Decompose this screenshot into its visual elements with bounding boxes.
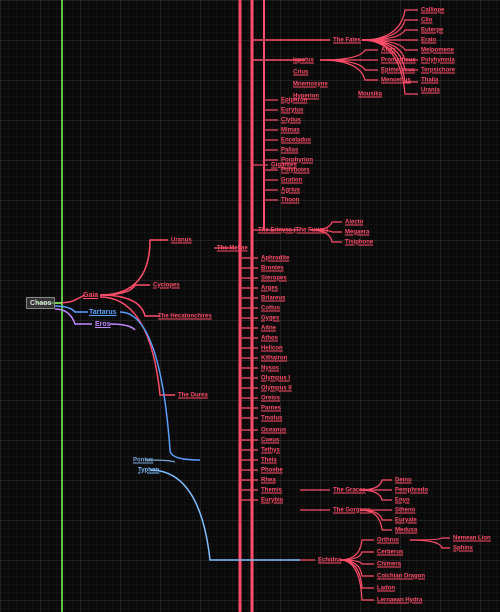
node-item[interactable]: Aphrodite: [258, 254, 292, 263]
node-item[interactable]: Oceanus: [258, 426, 289, 435]
node-item[interactable]: Eurytus: [278, 106, 306, 115]
node-item[interactable]: Epimetheus: [378, 66, 418, 75]
node-item[interactable]: Medusa: [392, 526, 420, 535]
node-item[interactable]: Kithairon: [258, 354, 290, 363]
node-muses[interactable]: Mousika: [355, 90, 385, 99]
node-gaia[interactable]: Gaia: [80, 290, 101, 300]
node-item[interactable]: Urania: [418, 86, 443, 95]
node-item[interactable]: Parnes: [258, 404, 284, 413]
node-item[interactable]: Olympus II: [258, 384, 295, 393]
node-item[interactable]: Chimera: [374, 560, 404, 569]
node-item[interactable]: Tethys: [258, 446, 283, 455]
node-item[interactable]: Arges: [258, 284, 281, 293]
node-item[interactable]: Eurybia: [258, 496, 286, 505]
node-item[interactable]: Enyo: [392, 496, 413, 505]
node-item[interactable]: Clio: [418, 16, 435, 25]
node-titan[interactable]: Iapetus: [290, 56, 317, 65]
node-item[interactable]: Steropes: [258, 274, 290, 283]
node-fates[interactable]: The Fates: [330, 36, 364, 45]
node-item[interactable]: Agrius: [278, 186, 303, 195]
node-item[interactable]: Thalia: [418, 76, 441, 85]
node-item[interactable]: Ladon: [374, 584, 398, 593]
node-tartarus[interactable]: Tartarus: [86, 307, 120, 317]
node-uranus[interactable]: Uranus: [168, 236, 195, 245]
node-item[interactable]: Phoebe: [258, 466, 286, 475]
node-item[interactable]: Terpsichore: [418, 66, 458, 75]
node-item[interactable]: Polybotes: [278, 166, 313, 175]
node-meliae[interactable]: The Meliae: [214, 244, 251, 253]
node-item[interactable]: Porphyrion: [278, 156, 316, 165]
node-item[interactable]: Athos: [258, 334, 281, 343]
node-item[interactable]: Polyhymnia: [418, 56, 458, 65]
node-item[interactable]: Epiphron: [278, 96, 310, 105]
node-item[interactable]: Pemphredo: [392, 486, 431, 495]
node-item[interactable]: Deino: [392, 476, 415, 485]
node-item[interactable]: Stheno: [392, 506, 418, 515]
node-item[interactable]: Alecto: [342, 218, 366, 227]
node-eros[interactable]: Eros: [92, 319, 114, 329]
node-item[interactable]: Gration: [278, 176, 305, 185]
node-item[interactable]: Brontes: [258, 264, 287, 273]
node-item[interactable]: Nysos: [258, 364, 282, 373]
node-item[interactable]: Tmolus: [258, 414, 285, 423]
diagram-canvas: Chaos Gaia Tartarus Eros Uranus Pontus T…: [0, 0, 500, 612]
node-pontus[interactable]: Pontus: [130, 456, 156, 465]
node-titan[interactable]: Crius: [290, 68, 311, 77]
node-item[interactable]: Themis: [258, 486, 285, 495]
node-item[interactable]: Lernaean Hydra: [374, 596, 425, 605]
node-item[interactable]: Orthrus: [374, 536, 402, 545]
node-chaos[interactable]: Chaos: [26, 297, 55, 309]
node-item[interactable]: Enceladus: [278, 136, 314, 145]
node-item[interactable]: Calliope: [418, 6, 447, 15]
node-item[interactable]: Prometheus: [378, 56, 419, 65]
node-item[interactable]: Coeus: [258, 436, 282, 445]
node-titan[interactable]: Mnemosyne: [290, 80, 331, 89]
node-item[interactable]: Colchian Dragon: [374, 572, 428, 581]
node-item[interactable]: Thoon: [278, 196, 302, 205]
node-item[interactable]: Oreios: [258, 394, 283, 403]
node-item[interactable]: Helicon: [258, 344, 286, 353]
node-erinyes[interactable]: The Erinyes (The Furies): [255, 226, 331, 235]
node-item[interactable]: Melpomene: [418, 46, 457, 55]
node-item[interactable]: Gyges: [258, 314, 282, 323]
node-item[interactable]: Euryale: [392, 516, 420, 525]
node-echidna[interactable]: Echidna: [315, 556, 344, 565]
node-item[interactable]: Briareus: [258, 294, 288, 303]
node-item[interactable]: Theia: [258, 456, 280, 465]
node-gorgons[interactable]: The Gorgons: [330, 506, 373, 515]
node-typhon[interactable]: Typhon: [135, 466, 162, 475]
node-item[interactable]: Rhea: [258, 476, 279, 485]
node-item[interactable]: Olympus I: [258, 374, 293, 383]
node-item[interactable]: Euterpe: [418, 26, 446, 35]
node-item[interactable]: Nemean Lion: [450, 534, 494, 543]
node-ourea[interactable]: The Ourea: [175, 391, 211, 400]
node-item[interactable]: Clytius: [278, 116, 304, 125]
node-cyclopes[interactable]: Cyclopes: [150, 281, 183, 290]
node-item[interactable]: Mimas: [278, 126, 303, 135]
node-item[interactable]: Megaera: [342, 228, 372, 237]
node-hecatonchires[interactable]: The Hecatonchires: [155, 312, 215, 321]
node-item[interactable]: Menoetius: [378, 76, 414, 85]
node-item[interactable]: Aitne: [258, 324, 279, 333]
node-item[interactable]: Sphinx: [450, 544, 476, 553]
node-item[interactable]: Tisiphone: [342, 238, 376, 247]
node-item[interactable]: Atlas: [378, 46, 399, 55]
node-item[interactable]: Cerberus: [374, 548, 406, 557]
node-item[interactable]: Erato: [418, 36, 439, 45]
node-graces[interactable]: The Graces: [330, 486, 369, 495]
node-item[interactable]: Pallas: [278, 146, 301, 155]
node-item[interactable]: Cottus: [258, 304, 283, 313]
